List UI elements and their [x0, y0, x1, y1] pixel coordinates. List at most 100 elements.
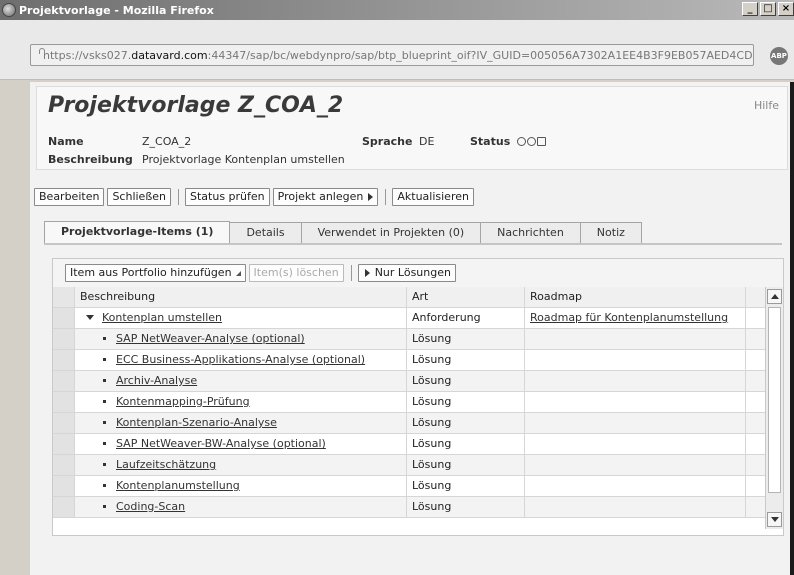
only-solutions-button[interactable]: Nur Lösungen	[357, 264, 456, 282]
create-project-button[interactable]: Projekt anlegen	[272, 188, 379, 206]
row-selector[interactable]	[53, 392, 75, 412]
items-panel: Item aus Portfolio hinzufügen Item(s) lö…	[52, 258, 784, 536]
refresh-button[interactable]: Aktualisieren	[392, 188, 474, 206]
url-bar[interactable]: https://vsks027. datavard.com:44347/sap/b…	[30, 44, 754, 66]
window-titlebar: Projektvorlage - Mozilla Firefox _ □ ×	[0, 0, 794, 20]
toolbar-separator	[178, 189, 179, 205]
page-content: Projektvorlage Z_COA_2 Hilfe Name Z_COA_…	[30, 82, 794, 575]
tab-used-in-projects[interactable]: Verwendet in Projekten (0)	[300, 222, 482, 243]
scroll-up-button[interactable]	[767, 289, 782, 304]
bullet-icon	[103, 441, 106, 445]
maximize-button[interactable]: □	[760, 2, 776, 16]
item-link[interactable]: Kontenplan-Szenario-Analyse	[116, 416, 277, 429]
item-link[interactable]: Kontenplanumstellung	[116, 479, 240, 492]
tab-strip: Projektvorlage-Items (1) Details Verwend…	[44, 221, 642, 243]
bullet-icon	[103, 357, 106, 361]
cell-description: Kontenmapping-Prüfung	[75, 392, 407, 412]
window-edge	[790, 82, 794, 575]
row-selector[interactable]	[53, 476, 75, 496]
table-row[interactable]: ECC Business-Applikations-Analyse (optio…	[53, 350, 765, 371]
row-selector[interactable]	[53, 350, 75, 370]
scroll-down-button[interactable]	[767, 512, 782, 527]
window-controls: _ □ ×	[740, 2, 794, 16]
cell-type: Lösung	[407, 476, 525, 496]
adblock-icon[interactable]: ABP	[770, 47, 788, 65]
close-window-button[interactable]: ×	[778, 2, 794, 16]
delete-items-button[interactable]: Item(s) löschen	[248, 264, 344, 282]
row-selector[interactable]	[53, 308, 75, 328]
add-from-portfolio-button[interactable]: Item aus Portfolio hinzufügen	[65, 264, 246, 282]
cell-type: Lösung	[407, 392, 525, 412]
status-icon	[517, 137, 547, 146]
column-header-type[interactable]: Art	[407, 287, 525, 307]
toolbar-separator	[350, 265, 352, 281]
item-link[interactable]: Archiv-Analyse	[116, 374, 197, 387]
item-link[interactable]: ECC Business-Applikations-Analyse (optio…	[116, 353, 365, 366]
edit-button[interactable]: Bearbeiten	[34, 188, 105, 206]
row-selector[interactable]	[53, 497, 75, 517]
row-selector[interactable]	[53, 413, 75, 433]
cell-type: Anforderung	[407, 308, 525, 328]
cell-description: Kontenplan umstellen	[75, 308, 407, 328]
item-link[interactable]: SAP NetWeaver-Analyse (optional)	[116, 332, 305, 345]
cell-description: ECC Business-Applikations-Analyse (optio…	[75, 350, 407, 370]
tab-template-items[interactable]: Projektvorlage-Items (1)	[44, 221, 231, 243]
tab-details[interactable]: Details	[229, 222, 302, 243]
cell-type: Lösung	[407, 413, 525, 433]
arrow-right-icon	[368, 193, 374, 201]
cell-description: Laufzeitschätzung	[75, 455, 407, 475]
url-rest: :44347/sap/bc/webdynpro/sap/btp_blueprin…	[207, 48, 754, 62]
row-selector[interactable]	[53, 329, 75, 349]
item-link[interactable]: SAP NetWeaver-BW-Analyse (optional)	[116, 437, 326, 450]
tab-divider	[44, 243, 782, 245]
cell-type: Lösung	[407, 455, 525, 475]
cell-type: Lösung	[407, 434, 525, 454]
column-header-description[interactable]: Beschreibung	[75, 287, 407, 307]
item-link[interactable]: Kontenplan umstellen	[102, 311, 222, 324]
row-selector[interactable]	[53, 371, 75, 391]
add-from-portfolio-label: Item aus Portfolio hinzufügen	[70, 266, 232, 279]
table-row[interactable]: Kontenplan-Szenario-Analyse Lösung	[53, 413, 765, 434]
bullet-icon	[103, 462, 106, 466]
cell-description: Coding-Scan	[75, 497, 407, 517]
cell-roadmap	[525, 413, 746, 433]
firefox-icon	[2, 3, 16, 17]
table-row[interactable]: Laufzeitschätzung Lösung	[53, 455, 765, 476]
table-row[interactable]: Archiv-Analyse Lösung	[53, 371, 765, 392]
toolbar-separator	[385, 189, 387, 205]
minimize-button[interactable]: _	[742, 2, 758, 16]
description-value: Projektvorlage Kontenplan umstellen	[142, 153, 345, 166]
items-table: Beschreibung Art Roadmap Kontenplan umst…	[53, 287, 765, 529]
scroll-thumb[interactable]	[768, 307, 781, 493]
cell-roadmap	[525, 350, 746, 370]
item-link[interactable]: Kontenmapping-Prüfung	[116, 395, 250, 408]
table-row[interactable]: Kontenplanumstellung Lösung	[53, 476, 765, 497]
help-link[interactable]: Hilfe	[754, 99, 779, 112]
table-row[interactable]: SAP NetWeaver-BW-Analyse (optional) Lösun…	[53, 434, 765, 455]
tab-note[interactable]: Notiz	[579, 222, 642, 243]
row-selector[interactable]	[53, 455, 75, 475]
column-header-roadmap[interactable]: Roadmap	[525, 287, 746, 307]
table-row[interactable]: Coding-Scan Lösung	[53, 497, 765, 518]
table-scrollbar[interactable]	[765, 287, 783, 529]
url-domain: datavard.com	[131, 48, 208, 62]
table-row[interactable]: Kontenplan umstellen Anforderung Roadmap f…	[53, 308, 765, 329]
collapse-triangle-icon[interactable]	[86, 315, 94, 320]
tab-messages[interactable]: Nachrichten	[480, 222, 581, 243]
table-row[interactable]: Kontenmapping-Prüfung Lösung	[53, 392, 765, 413]
browser-toolbar: https://vsks027. datavard.com:44347/sap/b…	[0, 20, 794, 80]
only-solutions-label: Nur Lösungen	[374, 266, 451, 279]
cell-description: Kontenplanumstellung	[75, 476, 407, 496]
row-selector[interactable]	[53, 434, 75, 454]
items-toolbar: Item aus Portfolio hinzufügen Item(s) lö…	[53, 259, 783, 287]
bullet-icon	[103, 378, 106, 382]
select-all-cell[interactable]	[53, 287, 75, 307]
close-button[interactable]: Schließen	[107, 188, 171, 206]
check-status-button[interactable]: Status prüfen	[185, 188, 270, 206]
item-link[interactable]: Coding-Scan	[116, 500, 185, 513]
table-row[interactable]: SAP NetWeaver-Analyse (optional) Lösung	[53, 329, 765, 350]
roadmap-link[interactable]: Roadmap für Kontenplanumstellung	[530, 311, 728, 324]
item-link[interactable]: Laufzeitschätzung	[116, 458, 216, 471]
arrow-right-icon	[364, 269, 370, 277]
page-title: Projektvorlage Z_COA_2	[48, 93, 344, 118]
